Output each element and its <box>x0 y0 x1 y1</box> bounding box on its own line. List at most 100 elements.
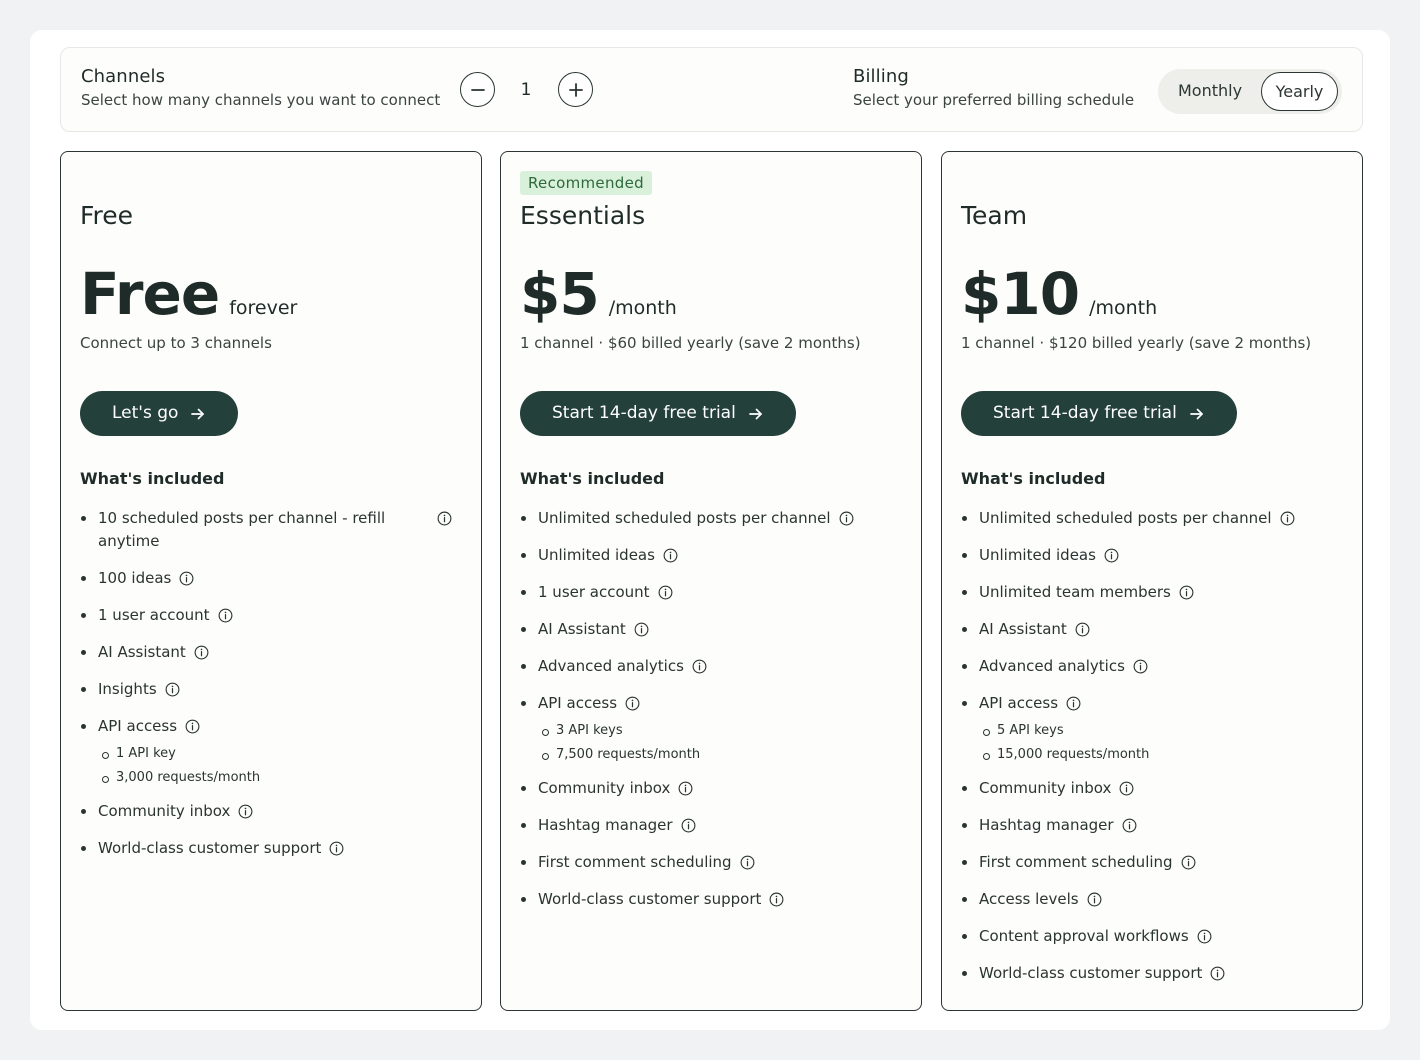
cta-label: Let's go <box>112 403 179 423</box>
increase-channels-button[interactable] <box>558 72 593 107</box>
info-circle-icon[interactable] <box>1133 659 1148 674</box>
feature-item-first-comment-scheduling: First comment scheduling <box>520 851 900 874</box>
feature-item-api-access: API access 3 API keys 7,500 requests/month <box>520 692 900 767</box>
feature-item-first-comment-scheduling: First comment scheduling <box>961 851 1341 874</box>
channel-count: 1 <box>520 80 532 100</box>
channels-subtitle: Select how many channels you want to con… <box>81 91 441 109</box>
feature-list: Unlimited scheduled posts per channel Unl… <box>961 507 1341 999</box>
feature-label: Community inbox <box>98 802 231 820</box>
feature-item-content-approval-workflows: Content approval workflows <box>961 925 1341 948</box>
feature-label: Insights <box>98 680 157 698</box>
feature-label: Access levels <box>979 890 1079 908</box>
info-circle-icon[interactable] <box>329 841 344 856</box>
price-period: /month <box>1089 297 1158 319</box>
feature-item-insights: Insights <box>80 678 460 701</box>
arrow-right-icon <box>1189 406 1205 422</box>
pricing-controls-bar: Channels Select how many channels you wa… <box>60 47 1363 132</box>
feature-label: World-class customer support <box>98 839 322 857</box>
feature-label: Hashtag manager <box>538 816 673 834</box>
feature-item-world-class-customer-support: World-class customer support <box>520 888 900 911</box>
info-circle-icon[interactable] <box>179 571 194 586</box>
info-circle-icon[interactable] <box>1122 818 1137 833</box>
feature-label: 1 user account <box>98 606 210 624</box>
info-circle-icon[interactable] <box>1181 855 1196 870</box>
feature-item-ai-assistant: AI Assistant <box>80 641 460 664</box>
info-circle-icon[interactable] <box>678 781 693 796</box>
feature-item-ai-assistant: AI Assistant <box>520 618 900 641</box>
minus-icon <box>470 88 485 91</box>
feature-label: Advanced analytics <box>538 657 684 675</box>
feature-label: Content approval workflows <box>979 927 1189 945</box>
feature-label: 1 user account <box>538 583 650 601</box>
price: $10/month <box>961 260 1157 328</box>
plan-name: Free <box>80 201 134 230</box>
start-trial-button[interactable]: Start 14-day free trial <box>520 391 796 436</box>
info-circle-icon[interactable] <box>740 855 755 870</box>
feature-label: AI Assistant <box>538 620 626 638</box>
price: $5/month <box>520 260 677 328</box>
info-circle-icon[interactable] <box>1280 511 1295 526</box>
api-detail-item: 7,500 requests/month <box>538 743 900 767</box>
cta-label: Start 14-day free trial <box>552 403 736 423</box>
info-circle-icon[interactable] <box>1197 929 1212 944</box>
info-circle-icon[interactable] <box>194 645 209 660</box>
billing-yearly-option[interactable]: Yearly <box>1261 72 1338 111</box>
cta-label: Start 14-day free trial <box>993 403 1177 423</box>
feature-item-hashtag-manager: Hashtag manager <box>520 814 900 837</box>
info-circle-icon[interactable] <box>1179 585 1194 600</box>
feature-item-community-inbox: Community inbox <box>80 800 460 823</box>
info-circle-icon[interactable] <box>1087 892 1102 907</box>
feature-label: API access <box>98 717 178 735</box>
decrease-channels-button[interactable] <box>460 72 495 107</box>
billing-monthly-option[interactable]: Monthly <box>1162 72 1258 111</box>
info-circle-icon[interactable] <box>625 696 640 711</box>
feature-label: Unlimited scheduled posts per channel <box>979 509 1272 527</box>
price-period: forever <box>229 297 298 319</box>
feature-item-unlimited-scheduled-posts-per-channel: Unlimited scheduled posts per channel <box>520 507 900 530</box>
feature-item-access-levels: Access levels <box>961 888 1341 911</box>
price-amount: $10 <box>961 260 1080 328</box>
plus-icon <box>568 82 583 97</box>
info-circle-icon[interactable] <box>839 511 854 526</box>
info-circle-icon[interactable] <box>437 511 452 526</box>
info-circle-icon[interactable] <box>1075 622 1090 637</box>
info-circle-icon[interactable] <box>1119 781 1134 796</box>
info-circle-icon[interactable] <box>681 818 696 833</box>
info-circle-icon[interactable] <box>185 719 200 734</box>
feature-item-world-class-customer-support: World-class customer support <box>80 837 460 860</box>
recommended-badge: Recommended <box>520 171 652 195</box>
api-detail-item: 15,000 requests/month <box>979 743 1341 767</box>
info-circle-icon[interactable] <box>165 682 180 697</box>
info-circle-icon[interactable] <box>663 548 678 563</box>
info-circle-icon[interactable] <box>634 622 649 637</box>
feature-item-10-scheduled-posts-per-channel-refill-anytime: 10 scheduled posts per channel - refill … <box>80 507 460 553</box>
start-trial-button[interactable]: Start 14-day free trial <box>961 391 1237 436</box>
billing-toggle: Monthly Yearly <box>1158 69 1342 114</box>
info-circle-icon[interactable] <box>1104 548 1119 563</box>
feature-label: First comment scheduling <box>538 853 732 871</box>
feature-list: Unlimited scheduled posts per channel Unl… <box>520 507 900 925</box>
feature-list: 10 scheduled posts per channel - refill … <box>80 507 460 874</box>
plan-card-free: Free Free forever Connect up to 3 channels L… <box>60 151 482 1011</box>
whats-included-heading: What's included <box>80 469 225 488</box>
info-circle-icon[interactable] <box>218 608 233 623</box>
channels-title: Channels <box>81 66 166 87</box>
feature-label: Advanced analytics <box>979 657 1125 675</box>
info-circle-icon[interactable] <box>769 892 784 907</box>
info-circle-icon[interactable] <box>238 804 253 819</box>
info-circle-icon[interactable] <box>1210 966 1225 981</box>
feature-item-community-inbox: Community inbox <box>520 777 900 800</box>
info-circle-icon[interactable] <box>1066 696 1081 711</box>
feature-item-unlimited-ideas: Unlimited ideas <box>520 544 900 567</box>
feature-item-100-ideas: 100 ideas <box>80 567 460 590</box>
price-note: Connect up to 3 channels <box>80 334 272 352</box>
feature-label: World-class customer support <box>979 964 1203 982</box>
arrow-right-icon <box>748 406 764 422</box>
price-amount: Free <box>80 260 220 328</box>
info-circle-icon[interactable] <box>658 585 673 600</box>
get-started-button[interactable]: Let's go <box>80 391 239 436</box>
price: Free forever <box>80 260 297 328</box>
info-circle-icon[interactable] <box>692 659 707 674</box>
feature-item-1-user-account: 1 user account <box>80 604 460 627</box>
whats-included-heading: What's included <box>961 469 1106 488</box>
